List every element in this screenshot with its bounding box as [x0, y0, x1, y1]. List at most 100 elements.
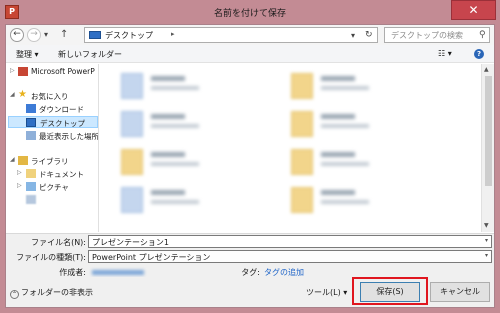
- filename-label: ファイル名(N):: [31, 238, 86, 247]
- file-detail-blurred: [321, 162, 369, 166]
- folder-icon: [291, 111, 313, 137]
- command-bar: 整理 ▾ 新しいフォルダー ☷ ▾ ?: [6, 45, 494, 63]
- search-input[interactable]: デスクトップの検索 ⚲: [384, 27, 490, 43]
- tree-item-downloads[interactable]: ダウンロード: [6, 103, 98, 115]
- filetype-dropdown-icon[interactable]: ▾: [485, 252, 488, 259]
- filename-field[interactable]: プレゼンテーション1 ▾: [88, 235, 492, 248]
- tree-item-label: ライブラリ: [31, 157, 69, 166]
- dialog-body: ← → ▾ ↑ デスクトップ ▸ ▾ ↻ デスクトップの検索 ⚲ 整理 ▾ 新し…: [5, 24, 495, 308]
- folder-icon: [291, 149, 313, 175]
- file-item[interactable]: [285, 70, 455, 102]
- search-icon[interactable]: ⚲: [479, 30, 486, 40]
- address-dropdown-icon[interactable]: ▾: [351, 31, 355, 40]
- tree-item-recent-places[interactable]: 最近表示した場所: [6, 130, 99, 142]
- collapse-arrow-icon[interactable]: ◢: [10, 91, 15, 98]
- path-chevron-icon[interactable]: ▸: [171, 30, 175, 38]
- tree-item-label: ドキュメント: [39, 170, 84, 179]
- expand-arrow-icon[interactable]: ▷: [17, 182, 22, 189]
- up-arrow-icon[interactable]: ↑: [60, 29, 68, 40]
- tree-item-partial[interactable]: [6, 194, 98, 206]
- folder-icon: [291, 73, 313, 99]
- file-icon: [121, 187, 143, 213]
- scroll-up-arrow-icon[interactable]: ▲: [484, 66, 489, 73]
- file-name-blurred: [321, 76, 355, 81]
- forward-arrow-icon[interactable]: →: [27, 28, 41, 42]
- save-as-dialog: P 名前を付けて保存 ✕ ← → ▾ ↑ デスクトップ ▸ ▾ ↻ デスクトップ…: [0, 0, 500, 313]
- scroll-down-arrow-icon[interactable]: ▼: [484, 222, 489, 229]
- file-item[interactable]: [285, 108, 455, 140]
- file-item[interactable]: [115, 70, 285, 102]
- file-name-blurred: [321, 114, 355, 119]
- tree-item-powerpoint[interactable]: ▷ Microsoft PowerP: [6, 66, 98, 78]
- address-row: ← → ▾ ↑ デスクトップ ▸ ▾ ↻ デスクトップの検索 ⚲: [6, 25, 494, 45]
- filetype-label: ファイルの種類(T):: [16, 253, 86, 262]
- tree-item-desktop[interactable]: デスクトップ: [8, 116, 98, 128]
- hide-folders-label: フォルダーの非表示: [21, 288, 93, 297]
- title-bar[interactable]: P 名前を付けて保存 ✕: [0, 0, 500, 24]
- documents-icon: [26, 169, 36, 178]
- tree-item-libraries[interactable]: ◢ ライブラリ: [6, 155, 98, 167]
- library-item-icon: [26, 195, 36, 204]
- library-icon: [18, 156, 28, 165]
- new-folder-button[interactable]: 新しいフォルダー: [58, 49, 122, 60]
- tree-item-label: 最近表示した場所: [39, 132, 99, 141]
- file-detail-blurred: [151, 124, 199, 128]
- navigation-pane: ▷ Microsoft PowerP ◢ ★ お気に入り ダウンロード デスクト…: [6, 64, 99, 232]
- tools-menu[interactable]: ツール(L) ▾: [306, 287, 347, 298]
- tree-item-pictures[interactable]: ▷ ピクチャ: [6, 181, 98, 193]
- recent-places-icon: [26, 131, 36, 140]
- desktop-folder-icon: [89, 31, 101, 39]
- close-button[interactable]: ✕: [451, 0, 496, 20]
- tree-item-label: お気に入り: [31, 92, 69, 101]
- file-detail-blurred: [321, 86, 369, 90]
- help-icon[interactable]: ?: [474, 49, 484, 59]
- star-icon: ★: [18, 89, 27, 100]
- organize-menu[interactable]: 整理 ▾: [16, 49, 39, 60]
- expand-arrow-icon[interactable]: ▷: [10, 67, 15, 74]
- vertical-scrollbar[interactable]: ▲ ▼: [481, 64, 494, 232]
- refresh-icon[interactable]: ↻: [365, 30, 373, 40]
- view-options-icon[interactable]: ☷ ▾: [438, 49, 452, 58]
- scrollbar-thumb[interactable]: [485, 76, 492, 186]
- expand-arrow-icon[interactable]: ▷: [17, 169, 22, 176]
- pictures-icon: [26, 182, 36, 191]
- file-item[interactable]: [115, 184, 285, 216]
- back-arrow-icon[interactable]: ←: [10, 28, 24, 42]
- collapse-icon: ⌃: [10, 290, 19, 299]
- file-item[interactable]: [115, 146, 285, 178]
- file-name-blurred: [151, 152, 185, 157]
- tree-item-documents[interactable]: ▷ ドキュメント: [6, 168, 98, 180]
- file-item[interactable]: [285, 146, 455, 178]
- file-detail-blurred: [321, 200, 369, 204]
- hide-folders-toggle[interactable]: ⌃ フォルダーの非表示: [10, 287, 93, 299]
- file-name-blurred: [151, 114, 185, 119]
- powerpoint-folder-icon: [18, 67, 28, 76]
- tree-item-favorites[interactable]: ◢ ★ お気に入り: [6, 89, 98, 102]
- dialog-footer: ⌃ フォルダーの非表示 ツール(L) ▾ 保存(S) キャンセル: [6, 277, 494, 307]
- dialog-title: 名前を付けて保存: [213, 9, 286, 19]
- file-item[interactable]: [285, 184, 455, 216]
- tree-item-label: Microsoft PowerP: [31, 67, 95, 76]
- collapse-arrow-icon[interactable]: ◢: [10, 156, 15, 163]
- address-bar[interactable]: デスクトップ ▸ ▾ ↻: [84, 27, 378, 43]
- filetype-value: PowerPoint プレゼンテーション: [92, 253, 211, 262]
- filename-dropdown-icon[interactable]: ▾: [485, 237, 488, 244]
- save-button[interactable]: 保存(S): [360, 282, 420, 302]
- file-name-blurred: [321, 190, 355, 195]
- file-detail-blurred: [151, 162, 199, 166]
- recent-locations-chevron-icon[interactable]: ▾: [44, 30, 48, 39]
- tree-item-label: ダウンロード: [39, 105, 84, 114]
- filename-value: プレゼンテーション1: [92, 238, 169, 247]
- folder-icon: [121, 149, 143, 175]
- address-path[interactable]: デスクトップ: [105, 30, 153, 41]
- cancel-button[interactable]: キャンセル: [430, 282, 490, 302]
- file-name-blurred: [151, 76, 185, 81]
- file-list: [101, 64, 479, 232]
- file-icon: [121, 73, 143, 99]
- filetype-select[interactable]: PowerPoint プレゼンテーション ▾: [88, 250, 492, 263]
- author-value-blurred[interactable]: [92, 270, 144, 275]
- tree-item-label: デスクトップ: [40, 119, 85, 128]
- file-item[interactable]: [115, 108, 285, 140]
- download-folder-icon: [26, 104, 36, 113]
- folder-icon: [291, 187, 313, 213]
